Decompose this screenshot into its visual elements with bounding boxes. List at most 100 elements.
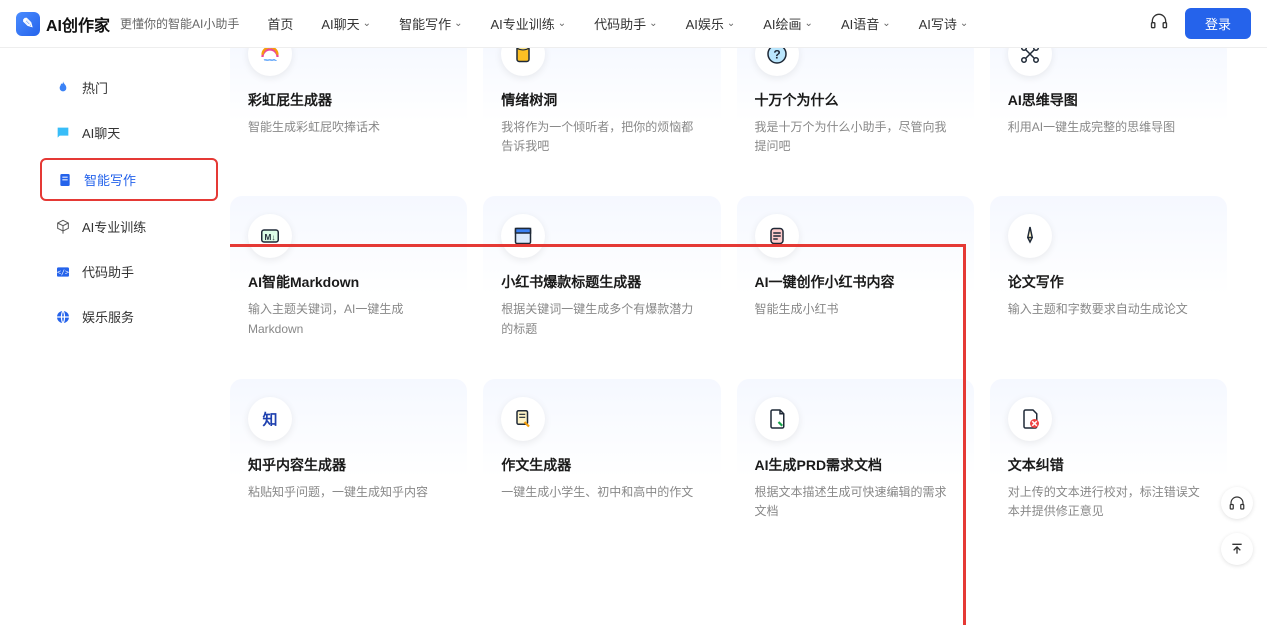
card-title: 情绪树洞 [501, 90, 702, 110]
tool-card[interactable]: 文本纠错对上传的文本进行校对，标注错误文本并提供修正意见 [990, 379, 1227, 543]
card-desc: 根据关键词一键生成多个有爆款潜力的标题 [501, 300, 702, 338]
card-desc: 我是十万个为什么小助手，尽管向我提问吧 [755, 118, 956, 156]
headset-icon[interactable] [1149, 11, 1169, 36]
card-title: AI生成PRD需求文档 [755, 455, 956, 475]
code-icon: </> [54, 263, 72, 281]
flame-icon [54, 79, 72, 97]
sidebar-item-label: AI聊天 [82, 123, 120, 142]
card-icon [755, 397, 799, 441]
card-icon [501, 397, 545, 441]
card-title: AI一键创作小红书内容 [755, 272, 956, 292]
tool-card[interactable]: 情绪树洞我将作为一个倾听者，把你的烦恼都告诉我吧 [483, 48, 720, 178]
sidebar-item-2[interactable]: 智能写作 [40, 158, 218, 201]
card-title: 彩虹屁生成器 [248, 90, 449, 110]
sidebar-item-label: 热门 [82, 78, 108, 97]
sidebar-item-5[interactable]: 娱乐服务 [40, 297, 218, 336]
nav-item-1[interactable]: AI聊天 ⌄ [321, 14, 371, 33]
chevron-down-icon: ⌄ [960, 18, 968, 29]
tool-card[interactable]: AI生成PRD需求文档根据文本描述生成可快速编辑的需求文档 [737, 379, 974, 543]
card-title: 小红书爆款标题生成器 [501, 272, 702, 292]
chevron-down-icon: ⌄ [727, 18, 735, 29]
nav-label: AI语音 [841, 14, 879, 33]
card-icon [1008, 214, 1052, 258]
card-title: 十万个为什么 [755, 90, 956, 110]
card-desc: 利用AI一键生成完整的思维导图 [1008, 118, 1209, 137]
card-desc: 一键生成小学生、初中和高中的作文 [501, 483, 702, 502]
card-title: 论文写作 [1008, 272, 1209, 292]
nav-label: AI写诗 [919, 14, 957, 33]
chevron-down-icon: ⌄ [882, 18, 890, 29]
chevron-down-icon: ⌄ [805, 18, 813, 29]
nav-item-0[interactable]: 首页 [267, 14, 293, 33]
nav-label: 代码助手 [594, 14, 646, 33]
logo-icon: ✎ [16, 12, 40, 36]
card-desc: 输入主题和字数要求自动生成论文 [1008, 300, 1209, 319]
card-icon [755, 214, 799, 258]
support-button[interactable] [1221, 487, 1253, 519]
login-button[interactable]: 登录 [1185, 8, 1251, 39]
card-desc: 智能生成彩虹屁吹捧话术 [248, 118, 449, 137]
nav-item-3[interactable]: AI专业训练 ⌄ [490, 14, 566, 33]
chevron-down-icon: ⌄ [558, 18, 566, 29]
tagline: 更懂你的智能AI小助手 [120, 15, 239, 32]
chevron-down-icon: ⌄ [454, 18, 462, 29]
sidebar-item-label: 娱乐服务 [82, 307, 134, 326]
nav-label: AI绘画 [763, 14, 801, 33]
sidebar-item-label: 智能写作 [84, 170, 136, 189]
cube-icon [54, 218, 72, 236]
svg-text:?: ? [773, 48, 780, 62]
card-title: 作文生成器 [501, 455, 702, 475]
card-desc: 我将作为一个倾听者，把你的烦恼都告诉我吧 [501, 118, 702, 156]
card-icon [501, 48, 545, 76]
nav-label: AI聊天 [321, 14, 359, 33]
card-desc: 粘贴知乎问题，一键生成知乎内容 [248, 483, 449, 502]
tool-card[interactable]: AI思维导图利用AI一键生成完整的思维导图 [990, 48, 1227, 178]
nav-item-2[interactable]: 智能写作⌄ [399, 14, 462, 33]
tool-card[interactable]: 作文生成器一键生成小学生、初中和高中的作文 [483, 379, 720, 543]
tool-card[interactable]: 彩虹屁生成器智能生成彩虹屁吹捧话术 [230, 48, 467, 178]
card-icon: ? [755, 48, 799, 76]
logo[interactable]: ✎ AI创作家 [16, 12, 110, 36]
tool-card[interactable]: M↓ AI智能Markdown 输入主题关键词，AI一键生成Markdown [230, 196, 467, 360]
tool-card[interactable]: 知知乎内容生成器粘贴知乎问题，一键生成知乎内容 [230, 379, 467, 543]
doc-icon [56, 171, 74, 189]
card-icon [501, 214, 545, 258]
tool-card[interactable]: AI一键创作小红书内容智能生成小红书 [737, 196, 974, 360]
card-title: AI思维导图 [1008, 90, 1209, 110]
card-icon [1008, 48, 1052, 76]
tool-card[interactable]: ? 十万个为什么我是十万个为什么小助手，尽管向我提问吧 [737, 48, 974, 178]
nav-item-8[interactable]: AI写诗⌄ [919, 14, 969, 33]
card-desc: 对上传的文本进行校对，标注错误文本并提供修正意见 [1008, 483, 1209, 521]
sidebar-item-0[interactable]: 热门 [40, 68, 218, 107]
sidebar-item-4[interactable]: </>代码助手 [40, 252, 218, 291]
tool-card[interactable]: 论文写作输入主题和字数要求自动生成论文 [990, 196, 1227, 360]
card-desc: 智能生成小红书 [755, 300, 956, 319]
chevron-down-icon: ⌄ [363, 18, 371, 29]
card-title: AI智能Markdown [248, 272, 449, 292]
nav-label: AI专业训练 [490, 14, 554, 33]
sidebar-item-label: AI专业训练 [82, 217, 146, 236]
nav-label: 智能写作 [399, 14, 451, 33]
card-icon [248, 48, 292, 76]
chat-icon [54, 124, 72, 142]
sidebar-item-3[interactable]: AI专业训练 [40, 207, 218, 246]
logo-text: AI创作家 [46, 12, 110, 36]
back-to-top-button[interactable] [1221, 533, 1253, 565]
card-title: 知乎内容生成器 [248, 455, 449, 475]
svg-text:</>: </> [57, 268, 69, 276]
card-desc: 根据文本描述生成可快速编辑的需求文档 [755, 483, 956, 521]
card-icon: 知 [248, 397, 292, 441]
card-icon: M↓ [248, 214, 292, 258]
nav-item-5[interactable]: AI娱乐⌄ [686, 14, 736, 33]
card-desc: 输入主题关键词，AI一键生成Markdown [248, 300, 449, 338]
sidebar-item-1[interactable]: AI聊天 [40, 113, 218, 152]
nav-label: 首页 [267, 14, 293, 33]
tool-card[interactable]: 小红书爆款标题生成器根据关键词一键生成多个有爆款潜力的标题 [483, 196, 720, 360]
card-title: 文本纠错 [1008, 455, 1209, 475]
globe-icon [54, 308, 72, 326]
nav-item-6[interactable]: AI绘画 ⌄ [763, 14, 813, 33]
svg-text:M↓: M↓ [265, 233, 276, 242]
nav-item-7[interactable]: AI语音⌄ [841, 14, 891, 33]
nav-item-4[interactable]: 代码助手⌄ [594, 14, 657, 33]
chevron-down-icon: ⌄ [649, 18, 657, 29]
